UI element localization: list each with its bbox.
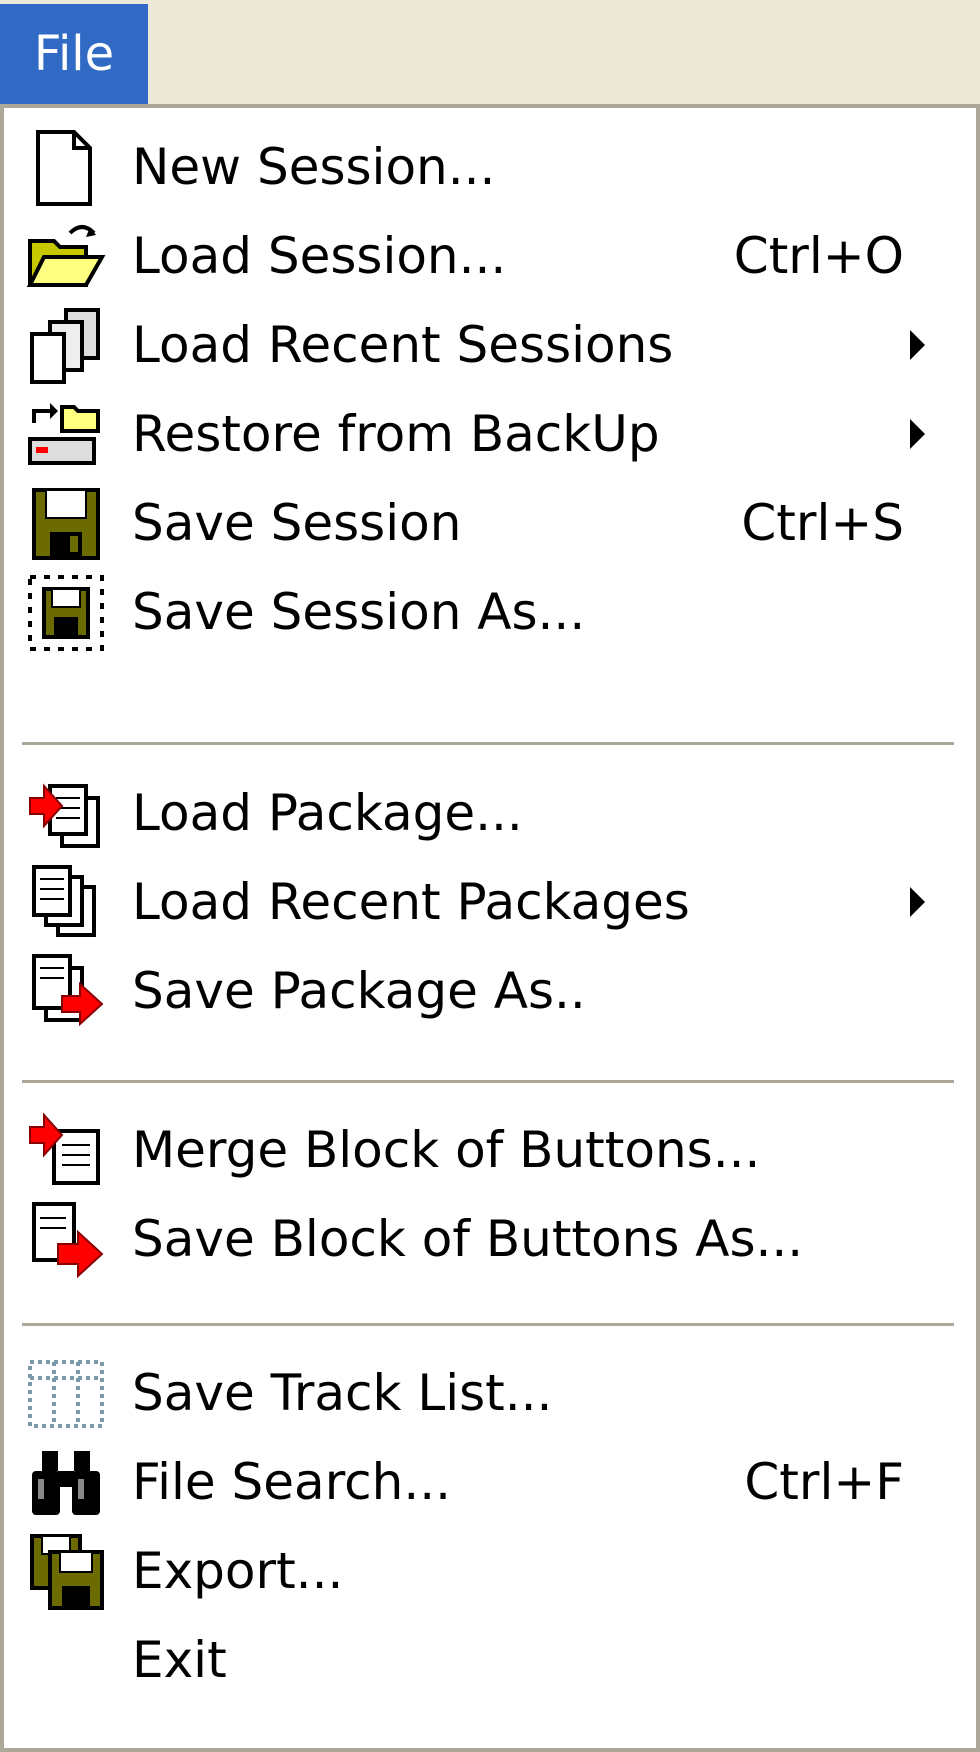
menu-item-label: Exit — [132, 1631, 227, 1689]
floppy-disk-dashed-icon — [26, 573, 106, 653]
open-folder-icon — [26, 217, 106, 297]
menu-item-exit[interactable]: Exit — [4, 1611, 976, 1709]
menu-item-file-search[interactable]: File Search... Ctrl+F — [4, 1433, 976, 1531]
submenu-arrow-icon — [910, 330, 925, 360]
binoculars-icon — [26, 1443, 106, 1523]
menu-item-label: Restore from BackUp — [132, 405, 660, 463]
save-buttons-icon — [26, 1200, 106, 1280]
menu-item-label: Load Recent Packages — [132, 873, 690, 931]
menu-item-merge-block-of-buttons[interactable]: Merge Block of Buttons... — [4, 1101, 976, 1199]
menu-item-save-block-of-buttons-as[interactable]: Save Block of Buttons As... — [4, 1190, 976, 1288]
shortcut-text: Ctrl+F — [744, 1453, 904, 1511]
load-package-icon — [26, 774, 106, 854]
submenu-arrow-icon — [910, 887, 925, 917]
menu-item-label: Export... — [132, 1542, 344, 1600]
menu-item-save-package-as[interactable]: Save Package As.. — [4, 942, 976, 1040]
menu-item-label: Load Session... — [132, 227, 507, 285]
menu-item-load-session[interactable]: Load Session... Ctrl+O — [4, 207, 976, 305]
menu-item-label: Save Block of Buttons As... — [132, 1210, 804, 1268]
menu-item-label: Save Session As... — [132, 583, 586, 641]
shortcut-text: Ctrl+O — [733, 227, 904, 285]
menu-item-export[interactable]: Export... — [4, 1522, 976, 1620]
save-package-icon — [26, 952, 106, 1032]
menu-item-label: Load Recent Sessions — [132, 316, 674, 374]
export-icon — [26, 1532, 106, 1612]
submenu-arrow-icon — [910, 419, 925, 449]
restore-backup-icon — [26, 395, 106, 475]
menu-bar: File — [0, 0, 980, 104]
menu-item-load-package[interactable]: Load Package... — [4, 764, 976, 862]
file-menu-dropdown: New Session... Load Session... Ctrl+O Lo… — [0, 104, 980, 1752]
menu-item-save-track-list[interactable]: Save Track List... — [4, 1344, 976, 1442]
recent-packages-icon — [26, 863, 106, 943]
menu-item-label: Save Session — [132, 494, 462, 552]
menu-item-save-session[interactable]: Save Session Ctrl+S — [4, 474, 976, 572]
menu-item-label: Load Package... — [132, 784, 523, 842]
recent-documents-icon — [26, 306, 106, 386]
menu-item-restore-backup[interactable]: Restore from BackUp — [4, 385, 976, 483]
menu-item-label: Merge Block of Buttons... — [132, 1121, 761, 1179]
menu-item-load-recent-sessions[interactable]: Load Recent Sessions — [4, 296, 976, 394]
menu-item-label: Save Package As.. — [132, 962, 586, 1020]
new-document-icon — [26, 128, 106, 208]
track-list-icon — [26, 1354, 106, 1434]
menu-item-label: File Search... — [132, 1453, 452, 1511]
floppy-disk-icon — [26, 484, 106, 564]
menu-separator — [22, 742, 954, 745]
menu-item-label: Save Track List... — [132, 1364, 553, 1422]
menu-item-load-recent-packages[interactable]: Load Recent Packages — [4, 853, 976, 951]
menu-separator — [22, 1323, 954, 1326]
menu-item-new-session[interactable]: New Session... — [4, 118, 976, 216]
file-menu-title[interactable]: File — [0, 4, 148, 104]
menu-item-label: New Session... — [132, 138, 496, 196]
menu-item-save-session-as[interactable]: Save Session As... — [4, 563, 976, 661]
menu-separator — [22, 1080, 954, 1083]
merge-buttons-icon — [26, 1111, 106, 1191]
shortcut-text: Ctrl+S — [741, 494, 904, 552]
